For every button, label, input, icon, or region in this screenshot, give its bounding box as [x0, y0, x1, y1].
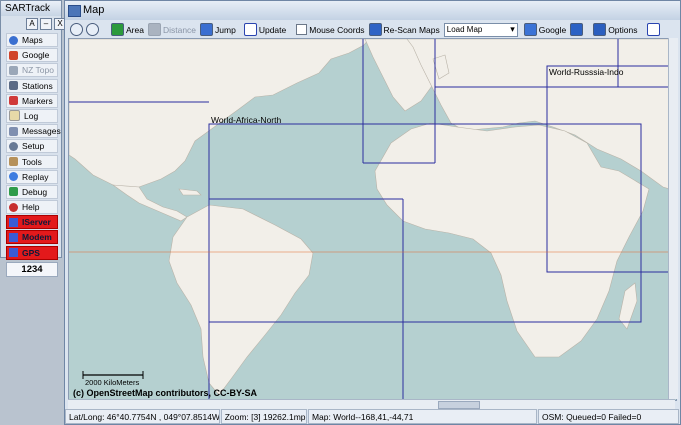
map-window: Map Area Distance Jump Update Mouse Coor…	[64, 0, 681, 425]
iserver-status[interactable]: IServer	[6, 215, 58, 230]
area-icon	[111, 23, 124, 36]
map-attribution: (c) OpenStreetMap contributors, CC-BY-SA	[73, 388, 258, 398]
sartrack-panel: SARTrack A – X Maps Google NZ Topo Stati…	[0, 0, 66, 277]
marker-icon	[9, 96, 18, 106]
replay-button[interactable]: Replay	[6, 169, 58, 184]
jump-icon	[200, 23, 214, 36]
debug-button[interactable]: Debug	[6, 184, 58, 199]
connection-icon	[9, 232, 18, 242]
help-button[interactable]: Help	[6, 200, 58, 215]
google-button-toolbar[interactable]: Google	[523, 23, 566, 36]
update-button[interactable]: Update	[243, 23, 286, 36]
options-icon	[593, 23, 607, 36]
status-zoom: Zoom: [3] 19262.1mpp	[220, 409, 307, 424]
rescan-maps-button[interactable]: Re-Scan Maps	[368, 23, 440, 36]
maps-button[interactable]: Maps	[6, 33, 58, 47]
scale-label: 2000 KiloMeters	[85, 378, 139, 387]
help-icon	[9, 202, 18, 212]
checkbox-icon	[296, 24, 308, 35]
status-map: Map: World--168,41,-44,71	[307, 409, 537, 424]
log-button[interactable]: Log	[6, 108, 58, 123]
panel-controls: A – X	[26, 18, 66, 30]
help-icon	[647, 23, 661, 36]
modem-status[interactable]: Modem	[6, 230, 58, 245]
station-counter: 1234	[6, 261, 58, 277]
area-button[interactable]: Area	[111, 23, 144, 36]
debug-icon	[9, 187, 18, 197]
zoom-in-button[interactable]	[70, 23, 85, 36]
question-icon	[243, 23, 257, 36]
window-titlebar: Map	[65, 1, 680, 20]
map-svg: World-Africa-North World-Russsia-Indo 20…	[69, 39, 676, 400]
connection-icon	[9, 248, 18, 258]
map-window-icon	[68, 5, 81, 17]
google-extra-button[interactable]	[570, 23, 585, 36]
distance-button[interactable]: Distance	[147, 23, 196, 36]
google-button[interactable]: Google	[6, 48, 58, 63]
connection-icon	[9, 217, 18, 227]
region-label-africa-north: World-Africa-North	[211, 115, 281, 125]
zoom-out-button[interactable]	[86, 23, 101, 36]
map-vertical-scrollbar[interactable]	[668, 38, 678, 399]
status-osm: OSM: Queued=0 Failed=0	[537, 409, 679, 424]
stations-button[interactable]: Stations	[6, 78, 58, 93]
gps-status[interactable]: GPS	[6, 245, 58, 260]
help-button-toolbar[interactable]	[647, 23, 662, 36]
status-latlong: Lat/Long: 46°40.7754N , 049°07.8514W	[65, 409, 220, 424]
rescan-icon	[368, 23, 382, 36]
google-icon	[523, 23, 537, 36]
load-map-select[interactable]: Load Map	[443, 22, 518, 37]
log-icon	[9, 110, 20, 122]
font-button[interactable]: A	[26, 18, 38, 30]
station-icon	[9, 81, 18, 91]
gear-icon	[9, 141, 18, 151]
minimize-button[interactable]: –	[40, 18, 52, 30]
nz-topo-button[interactable]: NZ Topo	[6, 63, 58, 78]
jump-button[interactable]: Jump	[200, 23, 236, 36]
messages-icon	[9, 126, 18, 136]
options-button[interactable]: Options	[593, 23, 637, 36]
map-canvas[interactable]: World-Africa-North World-Russsia-Indo 20…	[68, 38, 677, 401]
window-title: Map	[83, 4, 105, 16]
zoom-in-icon	[70, 23, 83, 36]
region-label-russia-indo: World-Russsia-Indo	[549, 67, 624, 77]
messages-button[interactable]: Messages	[6, 124, 61, 139]
google-settings-icon	[570, 23, 584, 36]
replay-icon	[9, 172, 18, 182]
distance-icon	[147, 23, 161, 36]
zoom-out-icon	[86, 23, 99, 36]
panel-button-list: Maps Google NZ Topo Stations Markers Log…	[6, 33, 61, 277]
status-bar: Lat/Long: 46°40.7754N , 049°07.8514W Zoo…	[65, 409, 680, 424]
map-horizontal-scrollbar[interactable]	[68, 399, 675, 409]
globe-icon	[9, 35, 18, 45]
tools-button[interactable]: Tools	[6, 154, 58, 169]
mouse-coords-checkbox[interactable]: Mouse Coords	[296, 24, 365, 35]
panel-title: SARTrack	[1, 1, 61, 16]
topo-icon	[9, 65, 18, 75]
google-icon	[9, 50, 18, 60]
tools-icon	[9, 157, 18, 166]
setup-button[interactable]: Setup	[6, 139, 58, 154]
map-toolbar: Area Distance Jump Update Mouse Coords R…	[65, 21, 680, 38]
markers-button[interactable]: Markers	[6, 93, 58, 108]
scroll-thumb[interactable]	[438, 401, 480, 409]
